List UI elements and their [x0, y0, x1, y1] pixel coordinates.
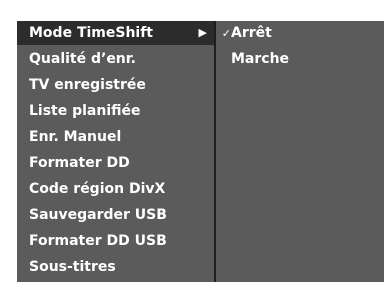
submenu-arrow-icon: ▶: [198, 26, 207, 39]
menu-item-label: Sauvegarder USB: [29, 207, 167, 223]
menu-item-manual-recording[interactable]: Enr. Manuel: [17, 125, 214, 149]
menu-item-label: Sous-titres: [29, 259, 116, 275]
menu-item-label: TV enregistrée: [29, 77, 146, 93]
checkmark-icon: ✓: [221, 27, 231, 40]
menu-item-label: Formater DD USB: [29, 233, 167, 249]
menu-item-label: Enr. Manuel: [29, 129, 122, 145]
main-menu-panel: Mode TimeShift ▶ Qualité d’enr. TV enreg…: [17, 21, 214, 282]
menu-item-subtitles[interactable]: Sous-titres: [17, 255, 214, 279]
menu-item-mode-timeshift[interactable]: Mode TimeShift ▶: [17, 21, 214, 45]
menu-item-usb-backup[interactable]: Sauvegarder USB: [17, 203, 214, 227]
tv-setup-menu: Mode TimeShift ▶ Qualité d’enr. TV enreg…: [17, 21, 384, 282]
menu-item-schedule-list[interactable]: Liste planifiée: [17, 99, 214, 123]
menu-item-recording-quality[interactable]: Qualité d’enr.: [17, 47, 214, 71]
menu-item-label: Qualité d’enr.: [29, 51, 137, 67]
option-on[interactable]: Marche: [216, 47, 384, 71]
option-off[interactable]: ✓Arrêt: [216, 21, 384, 45]
option-label: Marche: [231, 51, 290, 67]
submenu-panel: ✓Arrêt Marche: [216, 21, 384, 282]
menu-item-label: Formater DD: [29, 155, 130, 171]
menu-item-label: Code région DivX: [29, 181, 166, 197]
menu-item-label: Liste planifiée: [29, 103, 141, 119]
option-label: Arrêt: [231, 25, 272, 41]
menu-item-divx-code[interactable]: Code région DivX: [17, 177, 214, 201]
menu-item-format-usb-hdd[interactable]: Formater DD USB: [17, 229, 214, 253]
menu-item-recorded-tv[interactable]: TV enregistrée: [17, 73, 214, 97]
menu-item-label: Mode TimeShift: [29, 25, 154, 41]
menu-item-format-hdd[interactable]: Formater DD: [17, 151, 214, 175]
